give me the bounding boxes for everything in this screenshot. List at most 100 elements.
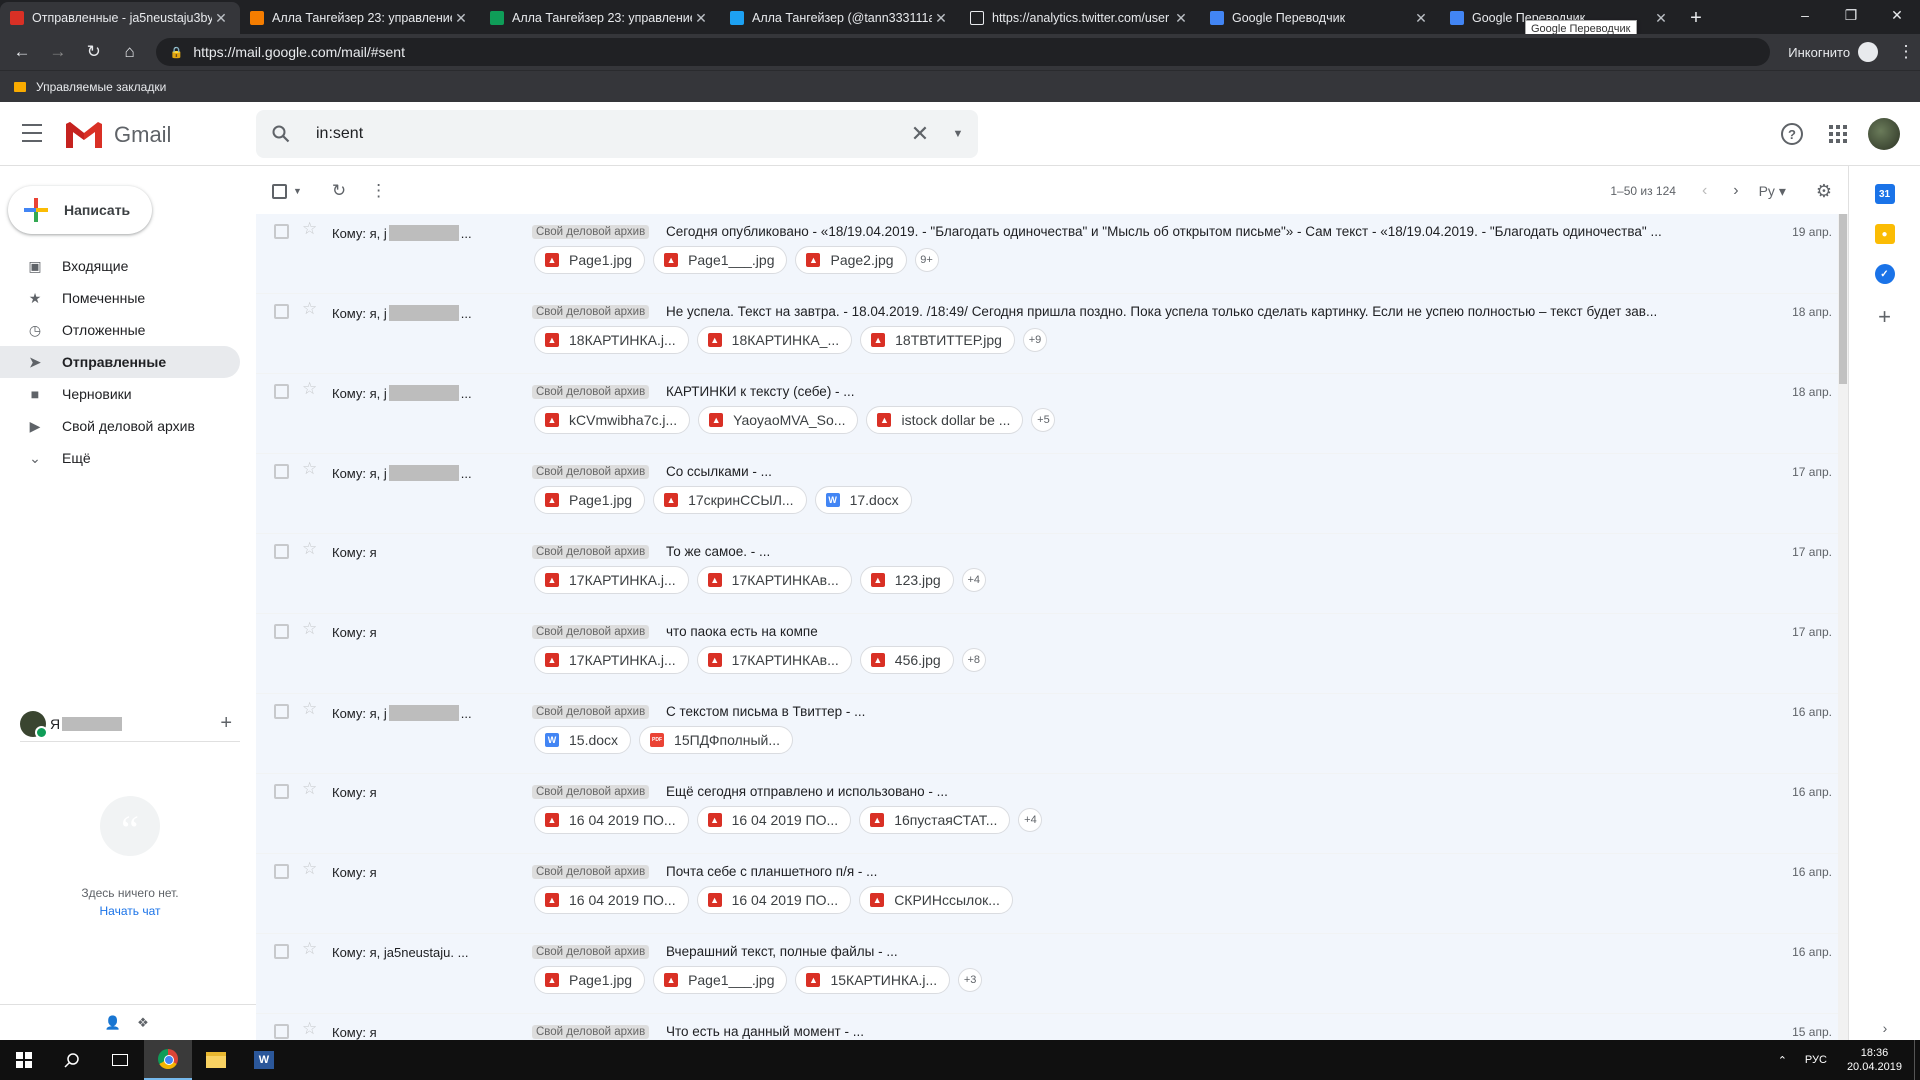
sidebar-item-label[interactable]: ▶ Свой деловой архив [0, 410, 240, 442]
keep-icon[interactable]: ● [1874, 224, 1895, 244]
email-row[interactable]: ☆ Кому: я Свой деловой архив Почта себе с п… [256, 854, 1848, 934]
star-icon[interactable]: ☆ [302, 459, 317, 479]
star-icon[interactable]: ☆ [302, 1019, 317, 1039]
tray-chevron-icon[interactable]: ⌃ [1778, 1054, 1787, 1067]
row-checkbox[interactable] [274, 704, 289, 719]
scrollbar-thumb[interactable] [1839, 214, 1847, 384]
tasks-icon[interactable]: ✓ [1874, 264, 1895, 284]
row-checkbox[interactable] [274, 944, 289, 959]
label-badge[interactable]: Свой деловой архив [532, 625, 650, 639]
clock[interactable]: 18:36 20.04.2019 [1847, 1046, 1902, 1074]
star-icon[interactable]: ☆ [302, 699, 317, 719]
calendar-icon[interactable]: 31 [1874, 184, 1895, 204]
browser-tab[interactable]: Алла Тангейзер 23: управление ✕ [240, 2, 480, 34]
collapse-panel-icon[interactable]: › [1849, 1020, 1920, 1036]
attachment-chip[interactable]: ▲ 18КАРТИНКА.j... [534, 326, 689, 354]
get-addons-icon[interactable]: + [1849, 304, 1920, 330]
row-checkbox[interactable] [274, 464, 289, 479]
browser-tab[interactable]: Отправленные - ja5neustaju3by ✕ [0, 2, 240, 34]
label-badge[interactable]: Свой деловой архив [532, 865, 650, 879]
row-checkbox[interactable] [274, 1024, 289, 1039]
attachment-chip[interactable]: W 15.docx [534, 726, 632, 754]
attachment-chip[interactable]: ▲ 16 04 2019 ПО... [696, 806, 852, 834]
attachment-chip[interactable]: ▲ 15КАРТИНКА.j... [795, 966, 951, 994]
clear-search-icon[interactable]: ✕ [902, 121, 938, 147]
label-badge[interactable]: Свой деловой архив [532, 545, 650, 559]
more-attachments-badge[interactable]: +3 [958, 968, 983, 992]
email-row[interactable]: ☆ Кому: я, ja5neustaju. ... Свой деловой а… [256, 934, 1848, 1014]
forward-arrow-icon[interactable]: → [44, 38, 72, 66]
attachment-chip[interactable]: ▲ 16 04 2019 ПО... [696, 886, 852, 914]
row-checkbox[interactable] [274, 864, 289, 879]
attachment-chip[interactable]: ▲ istock dollar be ... [866, 406, 1024, 434]
label-badge[interactable]: Свой деловой архив [532, 785, 650, 799]
more-attachments-badge[interactable]: +5 [1031, 408, 1056, 432]
attachment-chip[interactable]: ▲ 18КАРТИНКА_... [696, 326, 853, 354]
attachment-chip[interactable]: ▲ 18ТВТИТТЕР.jpg [860, 326, 1015, 354]
search-icon[interactable] [256, 125, 306, 143]
google-apps-button[interactable] [1818, 114, 1858, 154]
bookmark-folder-managed[interactable]: Управляемые закладки [36, 80, 166, 94]
taskbar-search-icon[interactable] [48, 1040, 96, 1080]
search-input[interactable] [316, 125, 902, 143]
attachment-chip[interactable]: ▲ СКРИНссылок... [859, 886, 1013, 914]
label-badge[interactable]: Свой деловой архив [532, 385, 650, 399]
attachment-chip[interactable]: ▲ Page1___.jpg [653, 966, 788, 994]
attachment-chip[interactable]: ▲ Page1.jpg [534, 966, 646, 994]
browser-tab[interactable]: Google Переводчик ✕ [1200, 2, 1440, 34]
close-tab-icon[interactable]: ✕ [1412, 10, 1430, 27]
star-icon[interactable]: ☆ [302, 539, 317, 559]
sidebar-item-send[interactable]: ➤ Отправленные [0, 346, 240, 378]
gear-icon[interactable]: ⚙ [1816, 181, 1832, 202]
attachment-chip[interactable]: PDF 15ПДФполный... [639, 726, 794, 754]
account-button[interactable] [1864, 114, 1904, 154]
attachment-chip[interactable]: ▲ kCVmwibha7c.j... [534, 406, 691, 434]
sidebar-item-inbox[interactable]: ▣ Входящие [0, 250, 240, 282]
label-badge[interactable]: Свой деловой архив [532, 705, 650, 719]
attachment-chip[interactable]: ▲ 17КАРТИНКАв... [696, 566, 852, 594]
attachment-chip[interactable]: W 17.docx [814, 486, 912, 514]
close-tab-icon[interactable]: ✕ [1652, 10, 1670, 27]
attachment-chip[interactable]: ▲ 16 04 2019 ПО... [534, 886, 689, 914]
close-tab-icon[interactable]: ✕ [692, 10, 710, 27]
attachment-chip[interactable]: ▲ 123.jpg [859, 566, 954, 594]
attachment-chip[interactable]: ▲ 17КАРТИНКАв... [696, 646, 852, 674]
more-attachments-badge[interactable]: 9+ [914, 248, 939, 272]
task-view-icon[interactable] [96, 1040, 144, 1080]
attachment-chip[interactable]: ▲ Page1.jpg [534, 486, 646, 514]
star-icon[interactable]: ☆ [302, 859, 317, 879]
browser-tab[interactable]: https://analytics.twitter.com/user ✕ [960, 2, 1200, 34]
star-icon[interactable]: ☆ [302, 299, 317, 319]
attachment-chip[interactable]: ▲ Page2.jpg [795, 246, 907, 274]
list-scrollbar[interactable] [1838, 214, 1848, 1040]
next-page-icon[interactable]: › [1733, 182, 1738, 200]
more-options-icon[interactable]: ⋮ [370, 181, 387, 201]
maximize-button[interactable]: ❐ [1828, 0, 1874, 30]
start-chat-link[interactable]: Начать чат [20, 904, 240, 918]
home-icon[interactable]: ⌂ [116, 38, 144, 66]
label-badge[interactable]: Свой деловой архив [532, 305, 650, 319]
back-arrow-icon[interactable]: ← [8, 38, 36, 66]
email-row[interactable]: ☆ Кому: я Свой деловой архив Ещё сегодня от… [256, 774, 1848, 854]
email-row[interactable]: ☆ Кому: я Свой деловой архив что паока есть… [256, 614, 1848, 694]
browser-tab[interactable]: Алла Тангейзер 23: управление ✕ [480, 2, 720, 34]
close-tab-icon[interactable]: ✕ [212, 10, 230, 27]
taskbar-word[interactable]: W [240, 1040, 288, 1080]
attachment-chip[interactable]: ▲ 456.jpg [859, 646, 954, 674]
support-button[interactable]: ? [1772, 114, 1812, 154]
address-bar[interactable]: 🔒 https://mail.google.com/mail/#sent [155, 38, 1771, 66]
more-attachments-badge[interactable]: +8 [961, 648, 986, 672]
main-menu-icon[interactable] [22, 124, 42, 142]
star-icon[interactable]: ☆ [302, 779, 317, 799]
keyboard-lang[interactable]: РУС [1805, 1054, 1827, 1066]
minimize-button[interactable]: – [1782, 0, 1828, 30]
star-icon[interactable]: ☆ [302, 379, 317, 399]
close-tab-icon[interactable]: ✕ [932, 10, 950, 27]
row-checkbox[interactable] [274, 784, 289, 799]
select-all-checkbox[interactable] [272, 183, 287, 199]
attachment-chip[interactable]: ▲ 17КАРТИНКА.j... [534, 646, 689, 674]
select-menu-icon[interactable]: ▼ [293, 186, 302, 196]
attachment-chip[interactable]: ▲ 16 04 2019 ПО... [534, 806, 689, 834]
star-icon[interactable]: ☆ [302, 219, 317, 239]
label-badge[interactable]: Свой деловой архив [532, 1025, 650, 1039]
